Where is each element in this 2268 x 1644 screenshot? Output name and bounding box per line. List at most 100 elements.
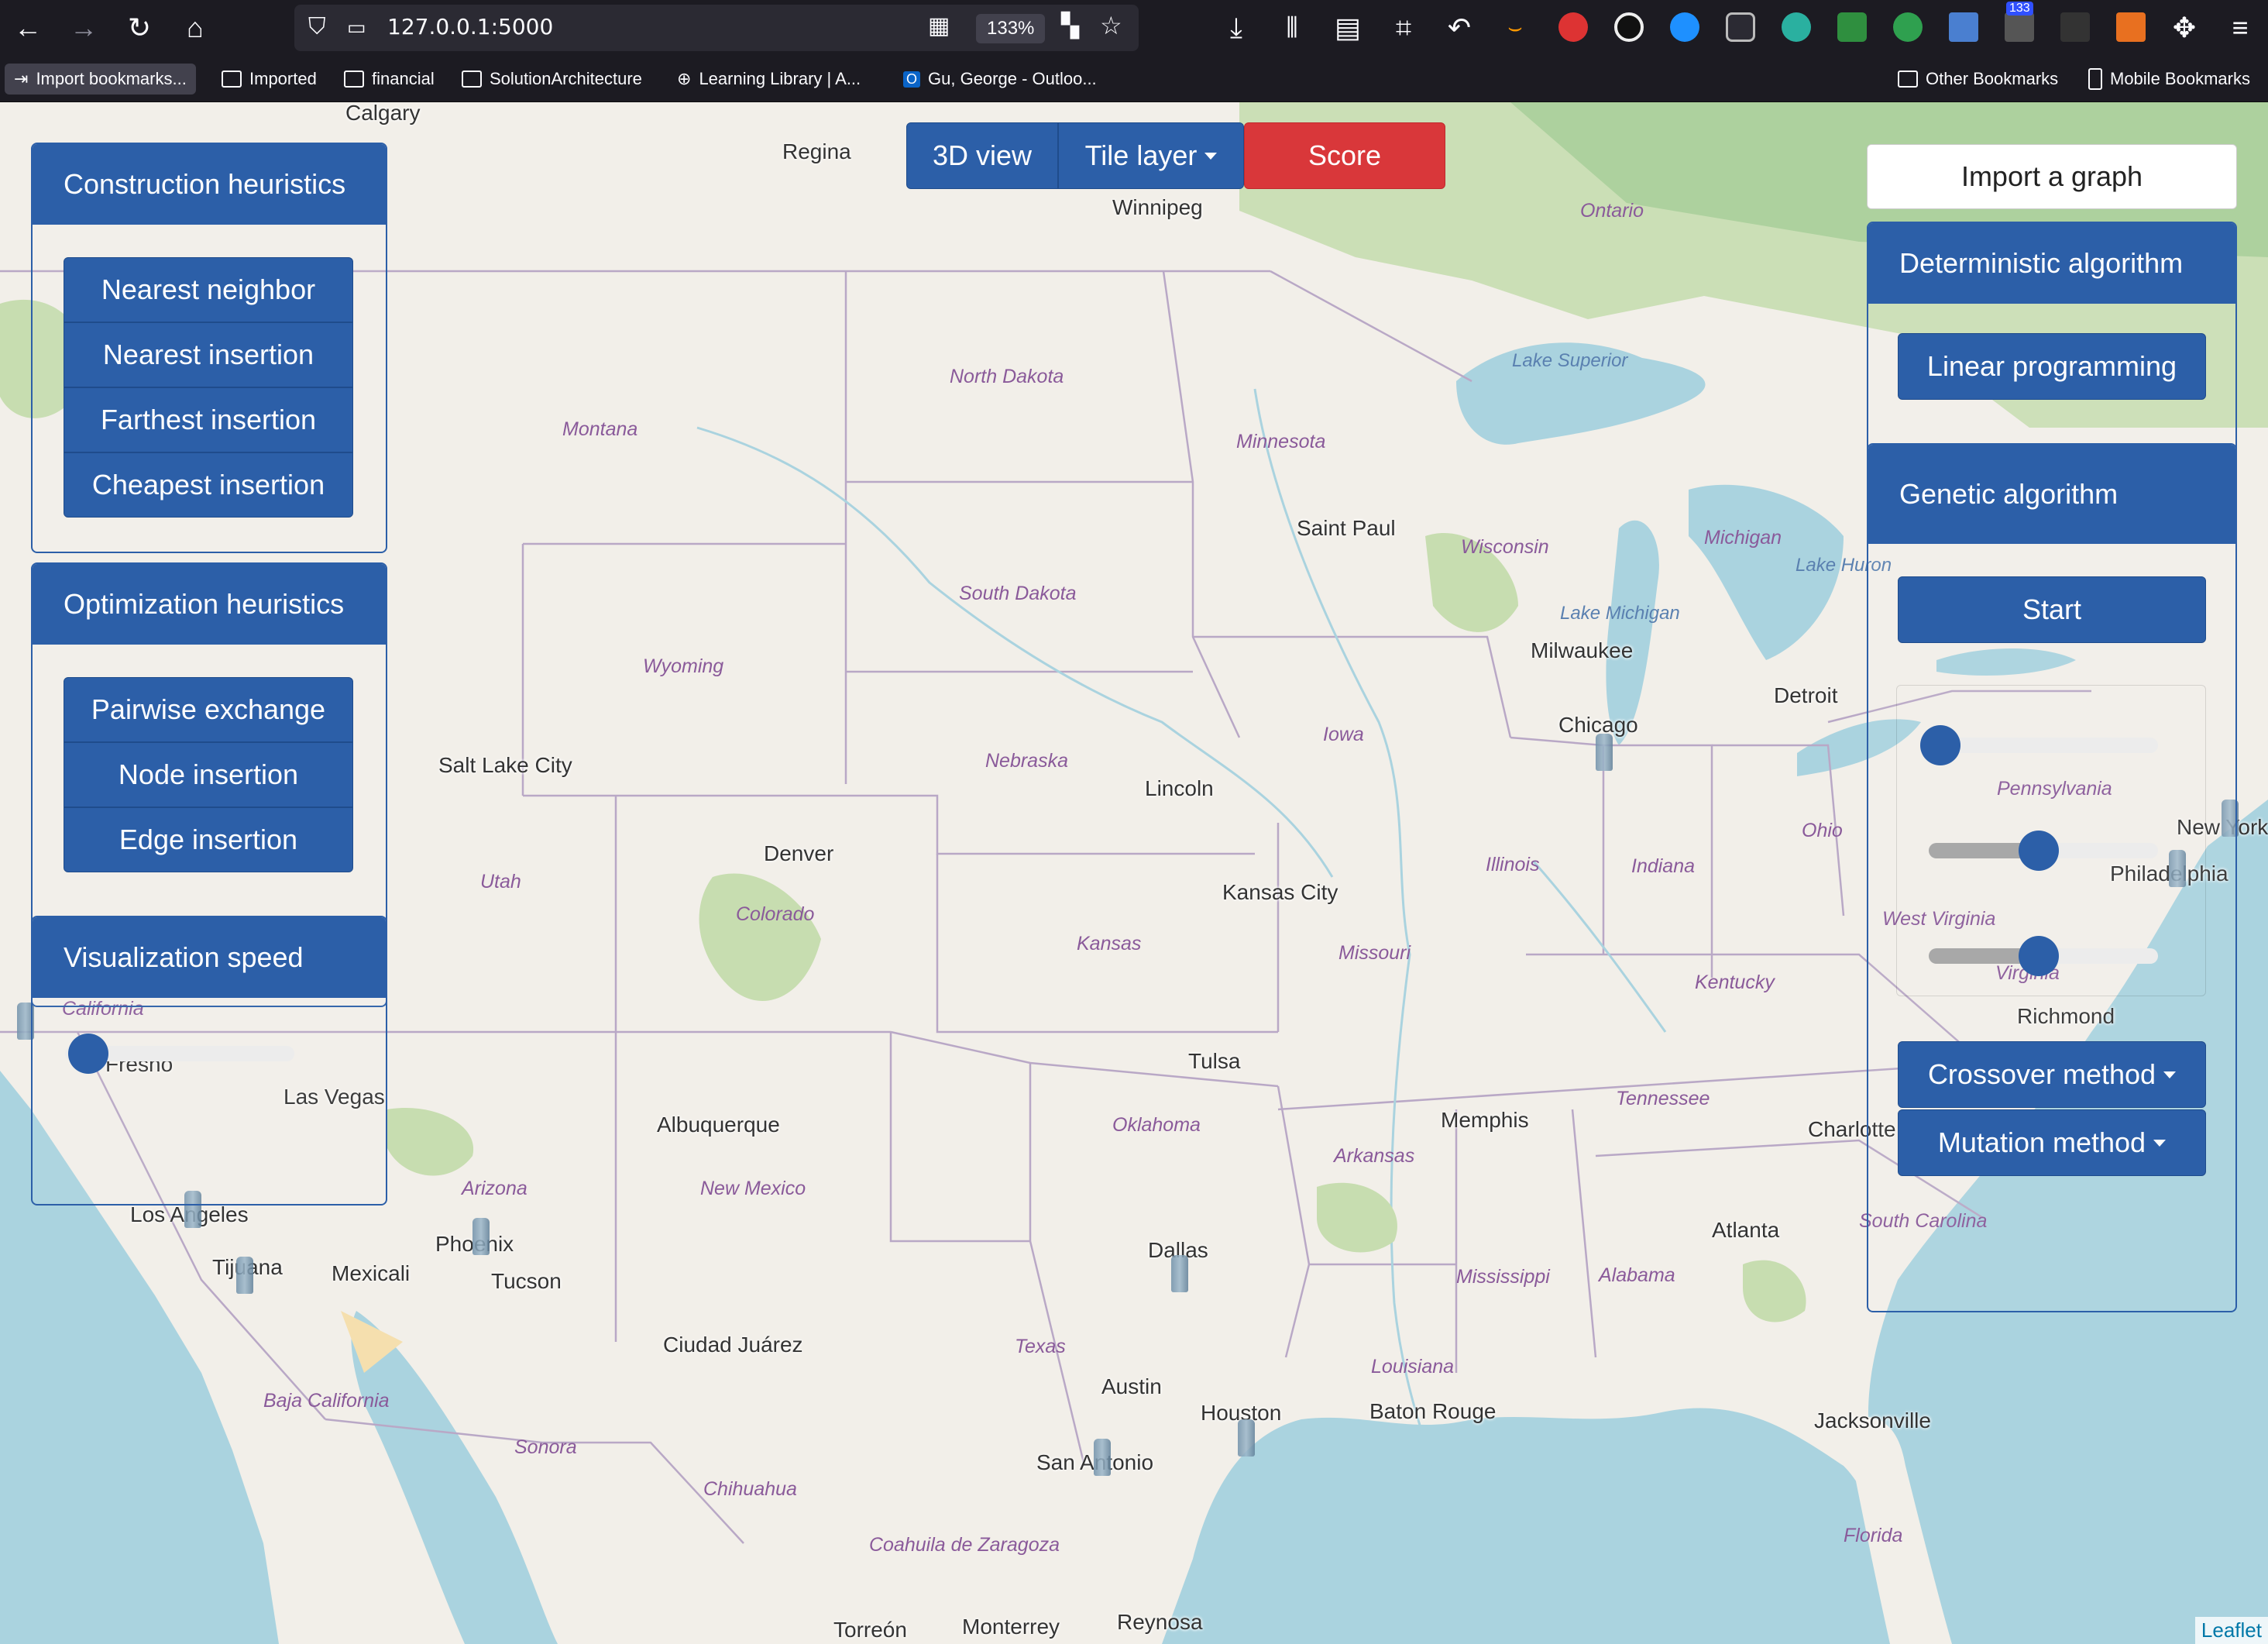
city-label: Baton Rouge	[1369, 1399, 1497, 1423]
node-marker[interactable]	[472, 1218, 490, 1255]
node-marker[interactable]	[1238, 1419, 1255, 1457]
city-label: Milwaukee	[1531, 638, 1634, 662]
extension-5-icon[interactable]	[1782, 12, 1811, 42]
slider-thumb[interactable]	[2019, 831, 2060, 871]
city-label: Calgary	[345, 102, 421, 125]
bookmark-imported[interactable]: Imported	[222, 64, 317, 95]
farthest-insertion-button[interactable]: Farthest insertion	[64, 387, 353, 452]
map-canvas[interactable]: Calgary Regina Winnipeg Saint Paul Milwaukee…	[0, 102, 2268, 1644]
slider-thumb[interactable]	[1919, 725, 1960, 765]
city-label: Atlanta	[1712, 1218, 1780, 1242]
region-label: Coahuila de Zaragoza	[869, 1534, 1060, 1556]
water-label: Lake Michigan	[1560, 603, 1680, 624]
region-label: Colorado	[736, 903, 815, 925]
extension-11-icon[interactable]	[2116, 12, 2146, 42]
node-marker[interactable]	[236, 1257, 253, 1294]
hamburger-menu-icon[interactable]: ≡	[2222, 9, 2259, 46]
start-button[interactable]: Start	[1898, 576, 2206, 643]
node-marker[interactable]	[1596, 734, 1613, 771]
folder-icon	[222, 71, 242, 88]
lake-michigan-shape	[1606, 520, 1659, 745]
folder-icon	[462, 71, 482, 88]
tile-layer-dropdown[interactable]: Tile layer	[1058, 122, 1244, 189]
bookmark-import[interactable]: ⇥ Import bookmarks...	[5, 64, 196, 95]
forward-arrow-icon[interactable]: →	[65, 9, 102, 46]
bookmark-solution-architecture[interactable]: SolutionArchitecture	[462, 64, 642, 95]
calendar-icon[interactable]: 133	[2005, 2, 2034, 42]
city-label: Kansas City	[1222, 880, 1338, 904]
extension-2-icon[interactable]	[1614, 12, 1644, 42]
genetic-algorithm-title: Genetic algorithm	[1868, 445, 2235, 544]
amazon-icon[interactable]: ⌣	[1497, 9, 1534, 46]
linear-programming-button[interactable]: Linear programming	[1898, 333, 2206, 400]
extension-1-icon[interactable]	[1558, 12, 1588, 42]
undo-icon[interactable]: ↶	[1441, 9, 1478, 46]
score-button[interactable]: Score	[1244, 122, 1445, 189]
leaflet-attribution[interactable]: Leaflet	[2194, 1617, 2268, 1644]
city-label: Detroit	[1774, 683, 1838, 707]
qr-code-icon[interactable]: ▦	[928, 12, 950, 40]
bookmark-learning-library[interactable]: ⊕ Learning Library | A...	[677, 64, 861, 95]
bookmark-star-icon[interactable]: ☆	[1100, 11, 1122, 40]
caret-down-icon	[2163, 1071, 2177, 1078]
import-graph-button[interactable]: Import a graph	[1867, 144, 2237, 209]
nearest-neighbor-button[interactable]: Nearest neighbor	[64, 257, 353, 322]
extension-6-icon[interactable]	[1837, 12, 1867, 42]
node-marker[interactable]	[1171, 1255, 1188, 1292]
outlook-icon: O	[903, 71, 921, 88]
city-label: Salt Lake City	[438, 753, 572, 777]
url-text[interactable]: 127.0.0.1:5000	[387, 14, 553, 40]
extension-10-icon[interactable]	[2060, 12, 2090, 42]
crop-icon[interactable]: ⌗	[1385, 9, 1422, 46]
shield-icon[interactable]: ⛉	[308, 14, 326, 40]
region-label: Minnesota	[1236, 431, 1326, 452]
nearest-insertion-button[interactable]: Nearest insertion	[64, 322, 353, 387]
city-label: Lincoln	[1145, 776, 1214, 800]
mutation-method-dropdown[interactable]: Mutation method	[1898, 1109, 2206, 1176]
pairwise-exchange-button[interactable]: Pairwise exchange	[64, 677, 353, 742]
zoom-level[interactable]: 133%	[976, 14, 1046, 43]
address-bar[interactable]: ⛉ ▭ 127.0.0.1:5000 ▦ 133% ▚ ☆	[294, 5, 1139, 51]
visualization-speed-title: Visualization speed	[33, 917, 386, 998]
region-label: South Dakota	[959, 583, 1077, 604]
extension-3-icon[interactable]	[1670, 12, 1699, 42]
library-icon[interactable]: ⫴	[1273, 9, 1311, 46]
city-label: Tulsa	[1188, 1049, 1241, 1073]
city-label: Austin	[1101, 1374, 1162, 1398]
bookmark-outlook[interactable]: O Gu, George - Outloo...	[903, 64, 1097, 95]
region-label: Nebraska	[985, 750, 1068, 772]
reader-view-icon[interactable]: ▤	[1329, 9, 1366, 46]
cheapest-insertion-button[interactable]: Cheapest insertion	[64, 452, 353, 518]
city-label: Tucson	[491, 1269, 562, 1293]
visualization-speed-slider[interactable]	[65, 1034, 294, 1074]
extension-grid-icon[interactable]: ▚	[1061, 12, 1079, 40]
extension-4-icon[interactable]	[1726, 12, 1755, 42]
home-icon[interactable]: ⌂	[177, 9, 214, 46]
mutation-rate-slider[interactable]	[1929, 936, 2158, 976]
city-label: Monterrey	[962, 1615, 1060, 1639]
crossover-rate-slider[interactable]	[1929, 831, 2158, 871]
extension-8-icon[interactable]	[1949, 12, 1978, 42]
node-insertion-button[interactable]: Node insertion	[64, 742, 353, 807]
back-arrow-icon[interactable]: ←	[9, 9, 46, 46]
region-label: Chihuahua	[703, 1478, 797, 1500]
region-label: North Dakota	[950, 366, 1064, 387]
extensions-menu-icon[interactable]: ✥	[2166, 9, 2203, 46]
3d-view-button[interactable]: 3D view	[906, 122, 1058, 189]
evernote-icon[interactable]	[1893, 12, 1923, 42]
edge-insertion-button[interactable]: Edge insertion	[64, 807, 353, 872]
import-icon: ⇥	[14, 69, 29, 88]
node-marker[interactable]	[1094, 1439, 1111, 1476]
globe-icon: ⊕	[677, 69, 692, 88]
bookmark-other[interactable]: Other Bookmarks	[1898, 64, 2058, 95]
region-label: Indiana	[1631, 855, 1696, 877]
crossover-method-dropdown[interactable]: Crossover method	[1898, 1041, 2206, 1108]
region-label: Alabama	[1599, 1264, 1675, 1286]
slider-thumb[interactable]	[2019, 936, 2060, 976]
bookmark-financial[interactable]: financial	[344, 64, 435, 95]
download-icon[interactable]: ⤓	[1218, 9, 1255, 46]
bookmark-mobile[interactable]: Mobile Bookmarks	[2088, 64, 2250, 95]
population-size-slider[interactable]	[1919, 725, 2158, 765]
slider-thumb[interactable]	[67, 1034, 108, 1074]
reload-icon[interactable]: ↻	[121, 9, 158, 46]
